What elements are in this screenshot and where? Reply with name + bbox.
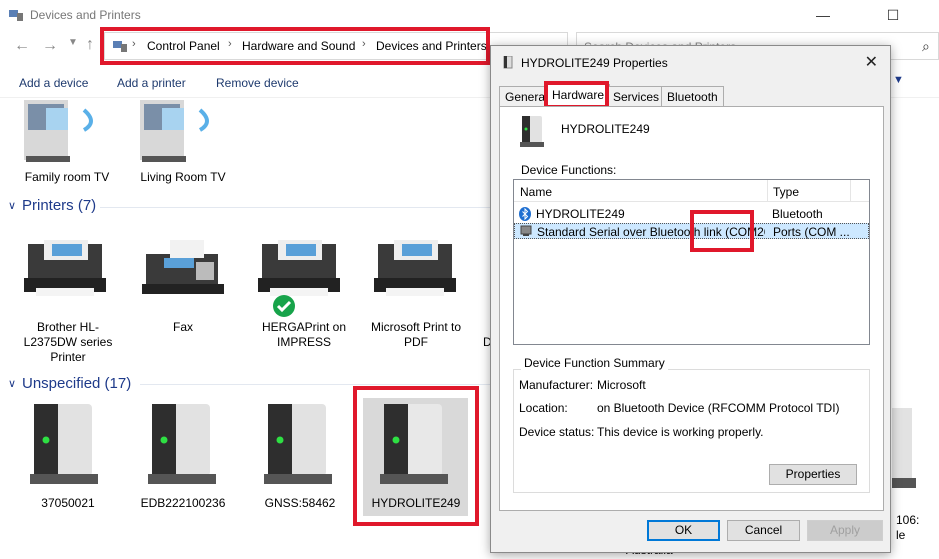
column-divider[interactable] — [767, 180, 768, 202]
location-value: on Bluetooth Device (RFCOMM Protocol TDI… — [597, 401, 840, 415]
generic-device-icon[interactable] — [380, 404, 452, 486]
device-functions-label: Device Functions: — [521, 163, 617, 177]
device-label: Family room TV — [24, 170, 110, 184]
help-chevron-icon[interactable]: ▼ — [893, 74, 904, 86]
list-item-selected[interactable]: Standard Serial over Bluetooth link (COM… — [514, 223, 869, 239]
device-icon-small — [503, 56, 513, 69]
generic-device-icon[interactable] — [264, 404, 336, 486]
window-title: Devices and Printers — [30, 8, 141, 22]
printer-icon[interactable] — [372, 238, 458, 298]
generic-device-icon[interactable] — [148, 404, 220, 486]
device-label: 37050021 — [41, 496, 95, 510]
remove-device-button[interactable]: Remove device — [216, 76, 299, 90]
media-device-icon[interactable] — [138, 100, 220, 164]
device-status-label: Device status: — [519, 425, 595, 439]
search-icon[interactable]: ⌕ — [922, 38, 930, 55]
device-label: Brother HL-L2375DW series Printer — [23, 320, 113, 364]
breadcrumb-chevron-icon: › — [132, 38, 136, 50]
cancel-button[interactable]: Cancel — [727, 520, 800, 541]
bluetooth-icon — [519, 207, 531, 221]
add-device-button[interactable]: Add a device — [19, 76, 88, 90]
device-label: HERGAPrint on IMPRESS — [261, 320, 347, 349]
breadcrumb-chevron-icon: › — [228, 38, 232, 50]
close-icon[interactable]: ✕ — [865, 52, 878, 72]
device-label: HYDROLITE249 — [371, 496, 461, 510]
column-divider[interactable] — [850, 180, 851, 202]
fax-icon[interactable] — [140, 238, 226, 298]
back-arrow-icon[interactable]: ← — [14, 37, 30, 55]
properties-dialog: HYDROLITE249 Properties ✕ General Hardwa… — [490, 45, 891, 553]
function-name: HYDROLITE249 — [536, 207, 625, 221]
device-label: GNSS:58462 — [264, 496, 336, 510]
add-printer-button[interactable]: Add a printer — [117, 76, 186, 90]
manufacturer-label: Manufacturer: — [519, 378, 594, 392]
breadcrumb-chevron-icon: › — [362, 38, 366, 50]
apply-button[interactable]: Apply — [807, 520, 883, 541]
device-status-value: This device is working properly. — [597, 425, 764, 439]
breadcrumb-devices-and-printers[interactable]: Devices and Printers — [376, 39, 487, 53]
control-panel-icon — [113, 41, 127, 52]
title-bar: Devices and Printers — [0, 0, 939, 30]
list-item[interactable]: HYDROLITE249 Bluetooth — [514, 206, 869, 222]
serial-port-icon — [520, 225, 532, 236]
device-functions-list[interactable]: Name Type HYDROLITE249 Bluetooth Standar… — [513, 179, 870, 345]
summary-title: Device Function Summary — [521, 356, 668, 370]
ok-button[interactable]: OK — [647, 520, 720, 541]
function-name: Standard Serial over Bluetooth link (COM… — [537, 225, 765, 239]
function-type: Bluetooth — [772, 207, 823, 221]
properties-button[interactable]: Properties — [769, 464, 857, 485]
device-label: Fax — [172, 320, 193, 334]
media-device-icon[interactable] — [22, 100, 104, 164]
printers-group-header[interactable]: Printers (7) — [22, 197, 96, 214]
maximize-button[interactable]: ☐ — [870, 4, 916, 26]
tab-hardware[interactable]: Hardware — [546, 84, 611, 106]
recent-locations-chevron-icon[interactable]: ▼ — [68, 37, 78, 48]
device-icon — [520, 116, 544, 147]
devices-printers-icon — [9, 10, 23, 21]
up-arrow-icon[interactable]: ↑ — [86, 36, 94, 54]
device-label-partial: 106: — [896, 513, 920, 527]
group-collapse-chevron-icon[interactable]: ∨ — [8, 377, 16, 390]
printer-icon[interactable] — [256, 238, 342, 298]
forward-arrow-icon[interactable]: → — [42, 37, 58, 55]
dialog-title: HYDROLITE249 Properties — [521, 56, 668, 70]
group-collapse-chevron-icon[interactable]: ∨ — [8, 199, 16, 212]
group-divider — [140, 384, 490, 385]
device-label: Living Room TV — [140, 170, 226, 184]
default-printer-check-icon — [273, 295, 295, 317]
printer-icon[interactable] — [22, 238, 108, 298]
device-label: Microsoft Print to PDF — [370, 320, 462, 349]
generic-device-icon-partial — [892, 408, 916, 488]
group-divider — [100, 207, 490, 208]
function-type: Ports (COM ... — [773, 225, 850, 239]
device-label: EDB222100236 — [140, 496, 226, 510]
list-header: Name Type — [514, 180, 869, 202]
device-label-partial: le — [896, 528, 906, 542]
location-label: Location: — [519, 401, 568, 415]
manufacturer-value: Microsoft — [597, 378, 646, 392]
minimize-button[interactable]: — — [800, 4, 846, 26]
column-type[interactable]: Type — [773, 185, 799, 199]
breadcrumb-hardware-and-sound[interactable]: Hardware and Sound — [242, 39, 355, 53]
column-name[interactable]: Name — [520, 185, 552, 199]
tab-bluetooth[interactable]: Bluetooth — [661, 86, 724, 106]
breadcrumb-control-panel[interactable]: Control Panel — [147, 39, 220, 53]
unspecified-group-header[interactable]: Unspecified (17) — [22, 375, 131, 392]
tab-services[interactable]: Services — [607, 86, 666, 106]
generic-device-icon[interactable] — [30, 404, 102, 486]
device-name: HYDROLITE249 — [561, 122, 650, 136]
